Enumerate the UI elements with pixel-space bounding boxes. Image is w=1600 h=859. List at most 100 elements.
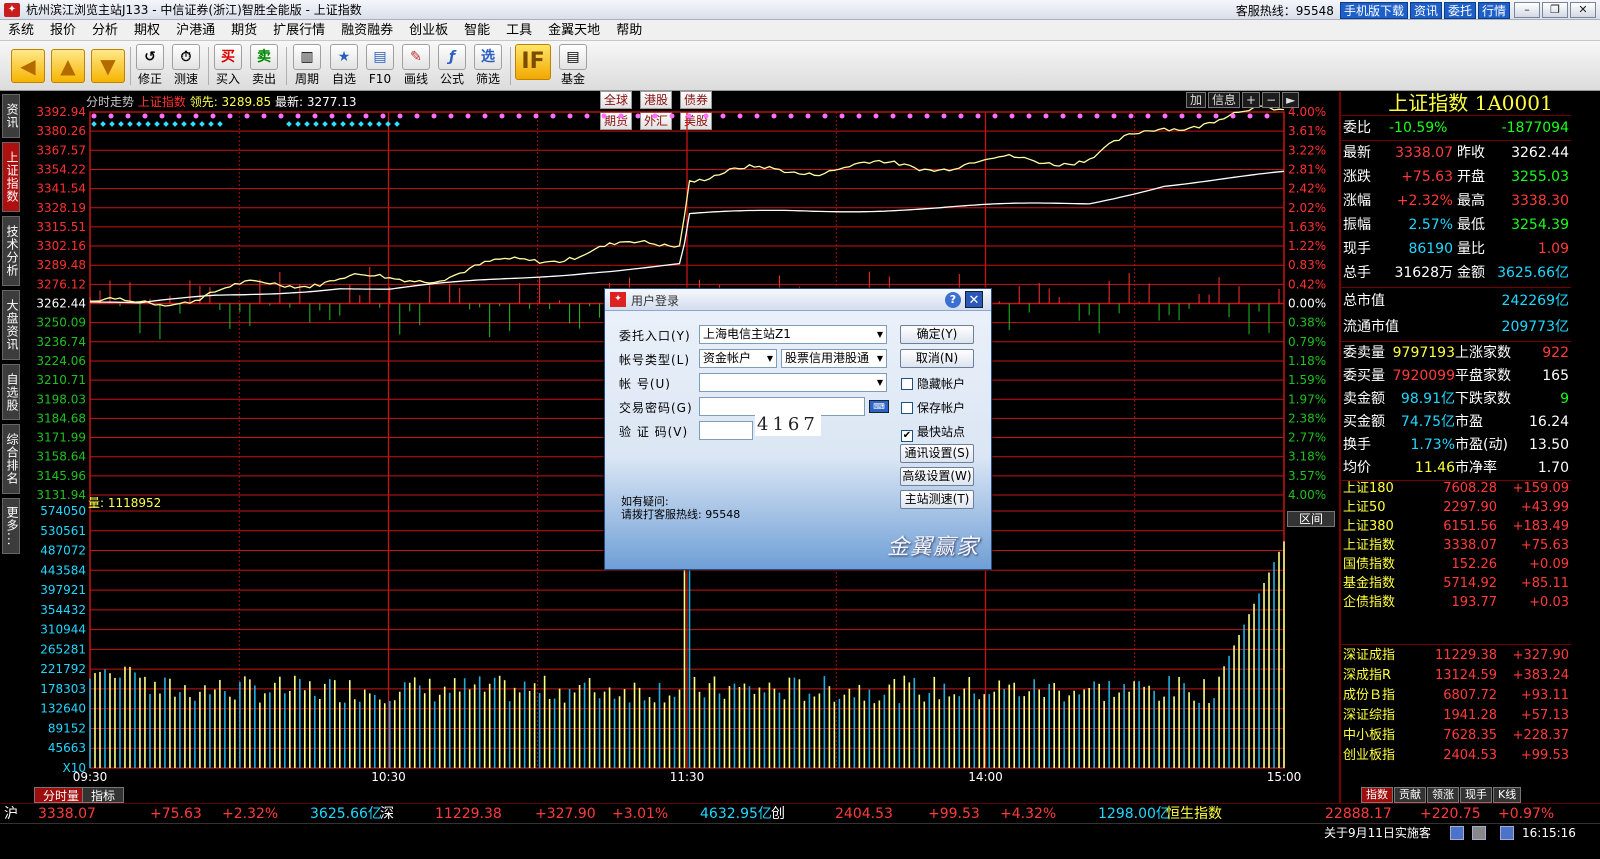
back-button[interactable]: ◀ (10, 44, 46, 88)
speed-test-button[interactable]: ⏱ 测速 (170, 44, 202, 88)
dialog-close-icon[interactable]: ✕ (965, 291, 983, 308)
account-type-select[interactable]: 资金帐户 (699, 349, 777, 368)
menu-smart[interactable]: 智能 (456, 20, 498, 41)
quote-row: 涨跌 +75.63 开盘 3255.03 (1343, 169, 1569, 185)
menu-options[interactable]: 期权 (126, 20, 168, 41)
captcha-input[interactable] (699, 421, 753, 440)
signal-marker (550, 113, 556, 119)
entry-select[interactable]: 上海电信主站Z1 (699, 325, 887, 344)
signal-marker (907, 113, 913, 119)
range-button[interactable]: 区间 (1287, 511, 1335, 527)
next-button[interactable]: ► (1282, 92, 1300, 108)
menu-jinyi[interactable]: 金翼天地 (540, 20, 608, 41)
index-row[interactable]: 国债指数 152.26 +0.09 (1341, 555, 1571, 575)
index-row[interactable]: 企债指数 193.77 +0.03 (1341, 593, 1571, 613)
tab-current-hand[interactable]: 现手 (1460, 787, 1492, 803)
index-row[interactable]: 成份Ｂ指 6807.72 +93.11 (1341, 686, 1571, 706)
account-subtype-select[interactable]: 股票信用港股通 (781, 349, 887, 368)
formula-button[interactable]: ƒ 公式 (436, 44, 468, 88)
minimize-button[interactable]: – (1514, 2, 1540, 18)
filter-button[interactable]: 选筛选 (472, 44, 504, 88)
buy-icon: 买 (214, 44, 242, 70)
sell-button[interactable]: 卖卖出 (248, 44, 280, 88)
comm-settings-button[interactable]: 通讯设置(S) (900, 444, 974, 463)
keyboard-icon[interactable]: ⌨ (869, 400, 889, 413)
index-row[interactable]: 深成指R 13124.59 +383.24 (1341, 666, 1571, 686)
index-row[interactable]: 上证380 6151.56 +183.49 (1341, 517, 1571, 537)
mobile-download-link[interactable]: 手机版下载 (1339, 1, 1408, 19)
menu-help[interactable]: 帮助 (608, 20, 650, 41)
watchlist-button[interactable]: ★ 自选 (328, 44, 360, 88)
f10-button[interactable]: ▤ F10 (364, 44, 396, 88)
hide-account-checkbox[interactable]: 隐藏帐户 (901, 375, 965, 392)
chart-header: 分时走势 上证指数 领先: 3289.85 最新: 3277.13 (86, 93, 356, 110)
index-row[interactable]: 中小板指 7628.35 +228.37 (1341, 726, 1571, 746)
vtab-tech-analysis[interactable]: 技术分析 (2, 216, 20, 286)
speed-test-server-button[interactable]: 主站测速(T) (900, 490, 974, 509)
cancel-button[interactable]: 取消(N) (900, 349, 974, 368)
fix-button[interactable]: ↺ 修正 (134, 44, 166, 88)
menu-ext-quote[interactable]: 扩展行情 (265, 20, 333, 41)
menu-analysis[interactable]: 分析 (84, 20, 126, 41)
index-row[interactable]: 基金指数 5714.92 +85.11 (1341, 574, 1571, 594)
save-account-checkbox[interactable]: 保存帐户 (901, 399, 965, 416)
status-message-icon[interactable] (1450, 826, 1464, 840)
tab-indicator[interactable]: 指标 (82, 787, 125, 803)
index-row[interactable]: 创业板指 2404.53 +99.53 (1341, 746, 1571, 766)
menu-gem[interactable]: 创业板 (401, 20, 456, 41)
index-row[interactable]: 上证指数 3338.07 +75.63 (1341, 536, 1571, 556)
index-row[interactable]: 深证成指 11229.38 +327.90 (1341, 646, 1571, 666)
menu-system[interactable]: 系统 (0, 20, 42, 41)
signal-marker (190, 121, 196, 127)
help-icon[interactable]: ? (945, 292, 961, 308)
period-button[interactable]: ▥ 周期 (290, 44, 324, 88)
advanced-settings-button[interactable]: 高级设置(W) (900, 467, 974, 486)
fund-button[interactable]: ▤ 基金 (556, 44, 590, 88)
menu-margin[interactable]: 融资融券 (333, 20, 401, 41)
down-button[interactable]: ▼ (90, 44, 126, 88)
close-button[interactable]: ✕ (1570, 2, 1596, 18)
status-tray-icon[interactable] (1500, 826, 1514, 840)
index-row[interactable]: 深证综指 1941.28 +57.13 (1341, 706, 1571, 726)
vtab-news[interactable]: 资讯 (2, 94, 20, 138)
tab-intraday-volume[interactable]: 分时量 (34, 787, 89, 803)
zoom-in-button[interactable]: + (1242, 92, 1261, 108)
confirm-button[interactable]: 确定(Y) (900, 325, 974, 344)
volume-tick-label: 89152 (48, 721, 86, 735)
news-link[interactable]: 资讯 (1409, 1, 1442, 19)
index-row[interactable]: 上证50 2297.90 +43.99 (1341, 498, 1571, 518)
account-input[interactable] (699, 373, 887, 392)
info-button[interactable]: 信息 (1208, 92, 1241, 108)
up-button[interactable]: ▲ (50, 44, 86, 88)
zoom-out-button[interactable]: − (1262, 92, 1281, 108)
vtab-watchlist[interactable]: 自选股 (2, 364, 20, 420)
tab-contribution[interactable]: 贡献 (1394, 787, 1426, 803)
buy-button[interactable]: 买买入 (212, 44, 244, 88)
tab-index[interactable]: 指数 (1361, 787, 1393, 803)
status-news[interactable]: 关于9月11日实施客 (1324, 825, 1431, 841)
captcha-image[interactable]: 4167 (755, 414, 821, 436)
maximize-button[interactable]: ❐ (1542, 2, 1568, 18)
vtab-market-news[interactable]: 大盘资讯 (2, 290, 20, 360)
vtab-sh-index[interactable]: 上证指数 (2, 142, 20, 212)
status-connection-icon[interactable] (1472, 826, 1486, 840)
add-button[interactable]: 加 (1186, 92, 1207, 108)
signal-marker (669, 113, 675, 119)
menu-hk-connect[interactable]: 沪港通 (168, 20, 223, 41)
vtab-more[interactable]: 更多... (2, 498, 20, 554)
draw-line-button[interactable]: ✎ 画线 (400, 44, 432, 88)
menu-quote[interactable]: 报价 (42, 20, 84, 41)
menu-tools[interactable]: 工具 (498, 20, 540, 41)
signal-marker (100, 121, 106, 127)
star-icon: ★ (330, 44, 358, 70)
tab-leaders[interactable]: 领涨 (1427, 787, 1459, 803)
trade-link[interactable]: 委托 (1443, 1, 1476, 19)
quote-link[interactable]: 行情 (1477, 1, 1510, 19)
vtab-ranking[interactable]: 综合排名 (2, 424, 20, 494)
tab-kline[interactable]: K线 (1493, 787, 1522, 803)
fastest-site-checkbox[interactable]: ✔ 最快站点 (901, 423, 965, 442)
if-futures-button[interactable]: IF (514, 44, 552, 88)
index-row[interactable]: 上证180 7608.28 +159.09 (1341, 479, 1571, 499)
title-bar: ✦ 杭州滨江浏览主站J133 - 中信证券(浙江)智胜全能版 - 上证指数 客服… (0, 0, 1600, 20)
menu-futures[interactable]: 期货 (223, 20, 265, 41)
